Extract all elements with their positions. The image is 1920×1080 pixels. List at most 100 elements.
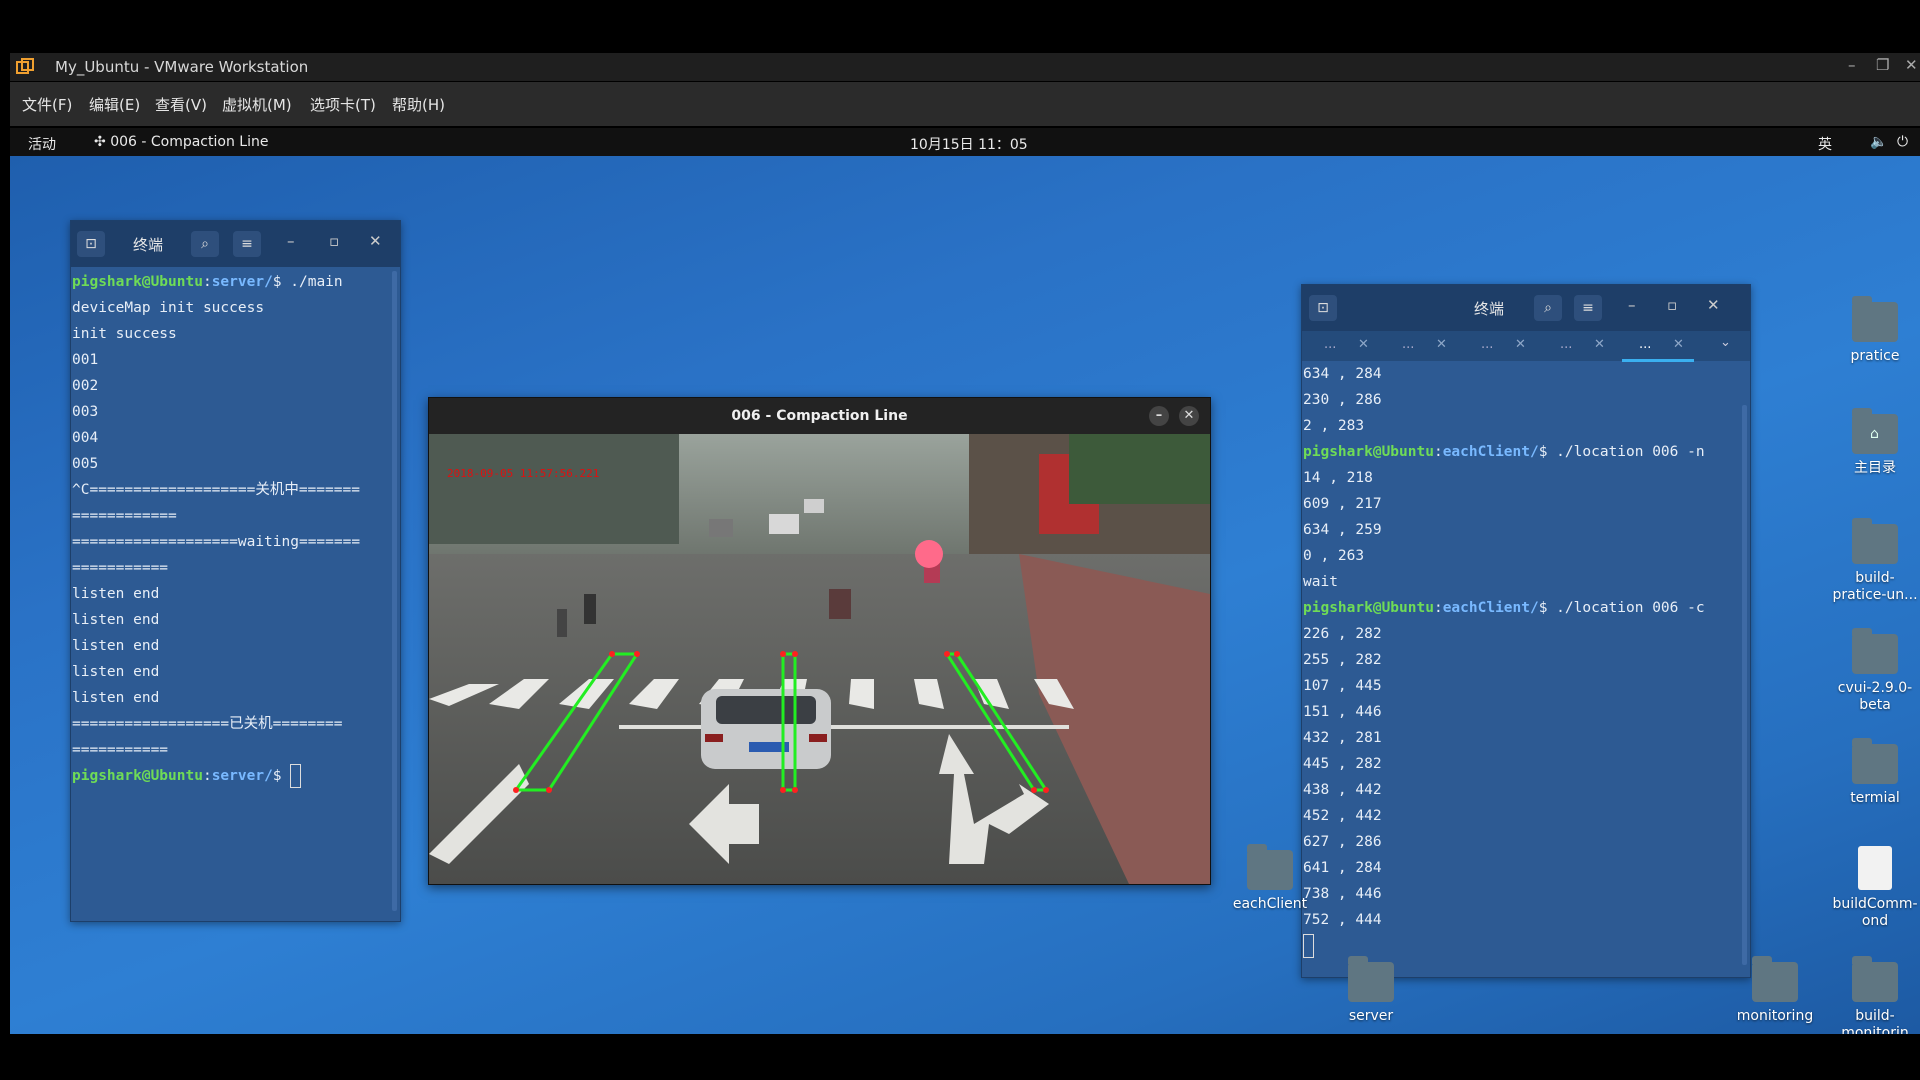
terminal-header: ⊡ 终端 ⌕ ≡ – ▫ ✕	[1302, 285, 1750, 331]
terminal-line: init success	[71, 321, 400, 347]
terminal-line: 0 , 263	[1302, 543, 1750, 569]
desktop-icon-build-monitoring[interactable]: build-monitorin	[1830, 956, 1920, 1034]
menu-tabs[interactable]: 选项卡(T)	[310, 94, 376, 115]
input-method-indicator[interactable]: 英	[1818, 134, 1832, 154]
output-text: 230 , 286	[1303, 392, 1382, 408]
terminal-line: 738 , 446	[1302, 881, 1750, 907]
terminal-line: ^C===================关机中=======	[71, 477, 400, 503]
output-text: listen end	[72, 664, 160, 680]
hamburger-menu-icon[interactable]: ≡	[233, 231, 261, 257]
scrollbar[interactable]	[1742, 405, 1747, 965]
volume-icon[interactable]: 🔈	[1870, 134, 1887, 150]
output-text: ===================waiting=======	[72, 534, 361, 550]
terminal-tab[interactable]: ... ✕	[1302, 337, 1374, 359]
terminal-line: 2 , 283	[1302, 413, 1750, 439]
folder-icon	[1348, 956, 1394, 1002]
output-text: init success	[72, 326, 177, 342]
desktop-icon-monitoring[interactable]: monitoring	[1730, 956, 1820, 1025]
desktop-icon-buildcommond[interactable]: buildComm-ond	[1830, 846, 1920, 930]
vmware-window-title: My_Ubuntu - VMware Workstation	[55, 58, 309, 76]
terminal-line: ===========	[71, 555, 400, 581]
camera-frame[interactable]: 2018-09-05 11:57:56.221	[429, 434, 1210, 884]
close-icon[interactable]: ✕	[369, 232, 382, 250]
minimize-icon[interactable]: –	[1848, 56, 1856, 74]
search-icon[interactable]: ⌕	[191, 231, 219, 257]
folder-icon	[1852, 956, 1898, 1002]
output-text: 003	[72, 404, 99, 420]
lane-vertex	[513, 787, 519, 793]
menu-view[interactable]: 查看(V)	[155, 94, 207, 115]
prompt-command: $ ./location 006 -n	[1538, 444, 1705, 460]
desktop: ⊡ 终端 ⌕ ≡ – ▫ ✕ pigshark@Ubuntu:server/$ …	[10, 156, 1920, 1034]
new-tab-icon[interactable]: ⊡	[1309, 295, 1337, 321]
desktop-icon-eachclient[interactable]: eachClient	[1225, 844, 1315, 913]
terminal-tab[interactable]: ... ✕	[1380, 337, 1452, 359]
output-text: 226 , 282	[1303, 626, 1382, 642]
tabs-dropdown-icon[interactable]: ⌄	[1720, 335, 1731, 350]
desktop-icon-build-pratice[interactable]: build-pratice-un...	[1830, 518, 1920, 604]
terminal-line: pigshark@Ubuntu:server/$	[71, 763, 400, 789]
terminal-line: 230 , 286	[1302, 387, 1750, 413]
minimize-icon[interactable]: –	[1628, 296, 1636, 314]
close-icon[interactable]: ✕	[1179, 406, 1199, 426]
minimize-icon[interactable]: –	[1149, 406, 1169, 426]
output-text: listen end	[72, 612, 160, 628]
hamburger-menu-icon[interactable]: ≡	[1574, 295, 1602, 321]
search-icon[interactable]: ⌕	[1534, 295, 1562, 321]
clock[interactable]: 10月15日 11：05	[910, 134, 1028, 154]
menu-file[interactable]: 文件(F)	[22, 94, 72, 115]
power-icon[interactable]: ⏻	[1897, 134, 1908, 150]
terminal-line: 634 , 284	[1302, 361, 1750, 387]
output-text: 001	[72, 352, 99, 368]
terminal-line: listen end	[71, 581, 400, 607]
prompt-user: pigshark@Ubuntu	[1303, 444, 1434, 460]
menu-vm[interactable]: 虚拟机(M)	[222, 94, 292, 115]
desktop-icon-server[interactable]: server	[1326, 956, 1416, 1025]
output-text: 002	[72, 378, 99, 394]
terminal-tab[interactable]: ... ✕	[1538, 337, 1610, 359]
close-icon[interactable]: ✕	[1905, 56, 1918, 74]
terminal-line: 752 , 444	[1302, 907, 1750, 933]
desktop-icon-pratice[interactable]: pratice	[1830, 296, 1920, 365]
output-text: 14 , 218	[1303, 470, 1373, 486]
terminal-line: 609 , 217	[1302, 491, 1750, 517]
activities-button[interactable]: 活动	[28, 134, 56, 154]
close-icon[interactable]: ✕	[1707, 296, 1720, 314]
stop-line	[619, 725, 1069, 729]
terminal-line: ==================已关机========	[71, 711, 400, 737]
terminal-output[interactable]: pigshark@Ubuntu:server/$ ./main deviceMap…	[71, 269, 400, 919]
scrollbar[interactable]	[392, 271, 397, 911]
output-text: 255 , 282	[1303, 652, 1382, 668]
output-text: ============	[72, 508, 177, 524]
terminal-line: 641 , 284	[1302, 855, 1750, 881]
output-text: listen end	[72, 586, 160, 602]
maximize-icon[interactable]: ▫	[1667, 296, 1677, 314]
prompt-path: eachClient/	[1442, 444, 1539, 460]
menu-edit[interactable]: 编辑(E)	[89, 94, 140, 115]
terminal-output[interactable]: 634 , 284 230 , 286 2 , 283 pigshark@Ubuntu…	[1302, 361, 1750, 975]
new-tab-icon[interactable]: ⊡	[77, 231, 105, 257]
restore-icon[interactable]: ❐	[1876, 56, 1889, 74]
terminal-line: pigshark@Ubuntu:eachClient/$ ./location …	[1303, 444, 1705, 460]
terminal-line: 627 , 286	[1302, 829, 1750, 855]
menu-help[interactable]: 帮助(H)	[392, 94, 445, 115]
output-text: 438 , 442	[1303, 782, 1382, 798]
minimize-icon[interactable]: –	[287, 232, 295, 250]
maximize-icon[interactable]: ▫	[329, 232, 339, 250]
terminal-tab-active[interactable]: ... ✕	[1617, 337, 1694, 362]
app-icon: ✣	[94, 134, 111, 150]
output-text: ^C===================关机中=======	[72, 482, 360, 498]
terminal-tab[interactable]: ... ✕	[1459, 337, 1531, 359]
compaction-line-window: 006 - Compaction Line – ✕ 2018-09-05 11:…	[428, 397, 1211, 885]
desktop-icon-termial[interactable]: termial	[1830, 738, 1920, 807]
folder-icon	[1852, 738, 1898, 784]
desktop-icon-home[interactable]: ⌂ 主目录	[1830, 408, 1920, 477]
terminal-line: 445 , 282	[1302, 751, 1750, 777]
output-text: 0 , 263	[1303, 548, 1365, 564]
output-text: 107 , 445	[1303, 678, 1382, 694]
app-menu[interactable]: ✣ 006 - Compaction Line	[94, 134, 268, 150]
output-text: 634 , 259	[1303, 522, 1382, 538]
desktop-icon-cvui[interactable]: cvui-2.9.0-beta	[1830, 628, 1920, 714]
folder-icon	[1852, 628, 1898, 674]
terminal-line: 452 , 442	[1302, 803, 1750, 829]
